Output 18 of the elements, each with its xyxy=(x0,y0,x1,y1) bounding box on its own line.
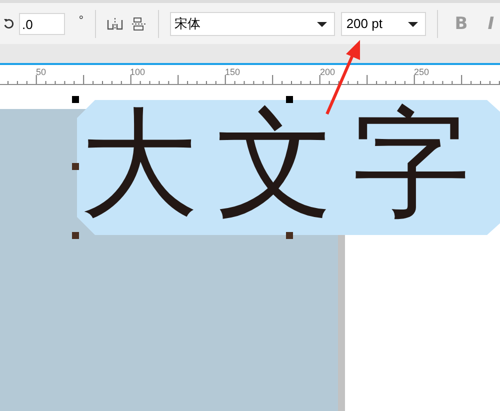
selection-handle[interactable] xyxy=(72,163,79,170)
align-icon[interactable] xyxy=(130,16,146,32)
ruler-label: 200 xyxy=(320,67,336,77)
mirror-icon[interactable] xyxy=(106,16,122,30)
rotation-input[interactable]: .0 xyxy=(19,12,65,34)
selection-handle[interactable] xyxy=(286,232,293,239)
font-size-dropdown[interactable]: 200 pt xyxy=(341,12,426,36)
ruler-label: 250 xyxy=(414,67,430,77)
selection-handle[interactable] xyxy=(286,96,293,103)
artistic-text: 大文字 xyxy=(80,105,488,221)
selection-handle[interactable] xyxy=(72,96,79,103)
rotate-icon xyxy=(3,18,15,30)
degree-unit: ° xyxy=(78,12,84,26)
ruler-label: 150 xyxy=(225,67,240,77)
font-dropdown[interactable]: 宋体 xyxy=(170,12,336,36)
ruler-label: 50 xyxy=(36,67,46,77)
ruler-label: 100 xyxy=(130,67,146,77)
selection-handle[interactable] xyxy=(72,232,79,239)
